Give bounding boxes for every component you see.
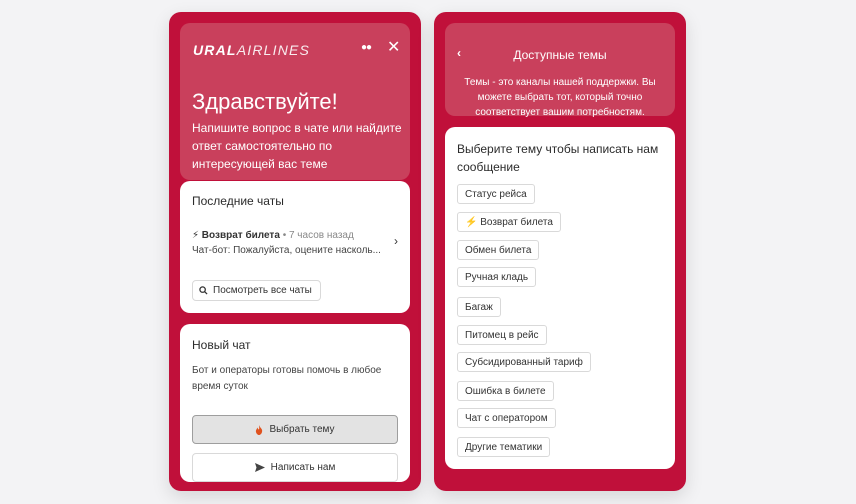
chat-topic: ⚡ Возврат билета [192,230,280,241]
chat-timestamp: • 7 часов назад [282,230,354,241]
topic-ticket-refund-button[interactable]: ⚡ Возврат билета [457,212,561,232]
choose-topic-label: Выбрать тему [269,424,335,435]
topics-description: Темы - это каналы нашей поддержки. Вы мо… [464,77,656,118]
topics-header: ‹ Доступные темы Темы - это каналы нашей… [445,23,675,118]
choose-topic-button[interactable]: Выбрать тему [192,415,398,444]
more-dots-icon[interactable]: ●● [361,42,372,53]
topic-ticket-exchange-button[interactable]: Обмен билета [457,240,540,260]
topics-card: Выберите тему чтобы написать нам сообщен… [445,127,675,469]
chat-preview: Чат-бот: Пожалуйста, оцените насколь... [192,245,381,256]
topic-other-button[interactable]: Другие тематики [457,437,551,457]
new-chat-title: Новый чат [192,338,251,352]
view-all-chats-label: Посмотреть все чаты [213,285,312,296]
write-us-button[interactable]: Написать нам [192,453,398,482]
welcome-header: URALAIRLINES ●● ✕ Здравствуйте! Напишите… [180,23,410,180]
topic-ticket-error-button[interactable]: Ошибка в билете [457,381,554,401]
greeting-subtitle: Напишите вопрос в чате или найдите ответ… [192,121,402,171]
new-chat-card: Новый чат Бот и операторы готовы помочь … [180,324,410,482]
view-all-chats-button[interactable]: Посмотреть все чаты [192,280,321,301]
send-icon [254,463,265,472]
topic-baggage-button[interactable]: Багаж [457,297,501,317]
topic-pet-button[interactable]: Питомец в рейс [457,325,547,345]
topics-screen: ‹ Доступные темы Темы - это каналы нашей… [434,12,686,491]
chevron-right-icon[interactable]: › [394,234,398,248]
topics-title: Доступные темы [513,48,607,62]
greeting-title: Здравствуйте! [192,89,338,114]
topic-flight-status-button[interactable]: Статус рейса [457,184,535,204]
close-icon[interactable]: ✕ [387,37,400,57]
topics-prompt: Выберите тему чтобы написать нам сообщен… [457,142,659,174]
topic-operator-chat-button[interactable]: Чат с оператором [457,408,556,428]
topic-subsidized-fare-button[interactable]: Субсидированный тариф [457,352,591,372]
new-chat-description: Бот и операторы готовы помочь в любое вр… [192,365,382,392]
chat-widget-home: URALAIRLINES ●● ✕ Здравствуйте! Напишите… [169,12,421,491]
flame-icon [256,424,263,435]
ural-airlines-logo: URALAIRLINES [193,42,311,58]
topic-hand-luggage-button[interactable]: Ручная кладь [457,267,537,287]
write-us-label: Написать нам [270,462,336,473]
recent-chats-card: Последние чаты ⚡ Возврат билета • 7 часо… [180,181,410,313]
search-icon [199,286,208,295]
recent-chats-title: Последние чаты [192,194,284,208]
